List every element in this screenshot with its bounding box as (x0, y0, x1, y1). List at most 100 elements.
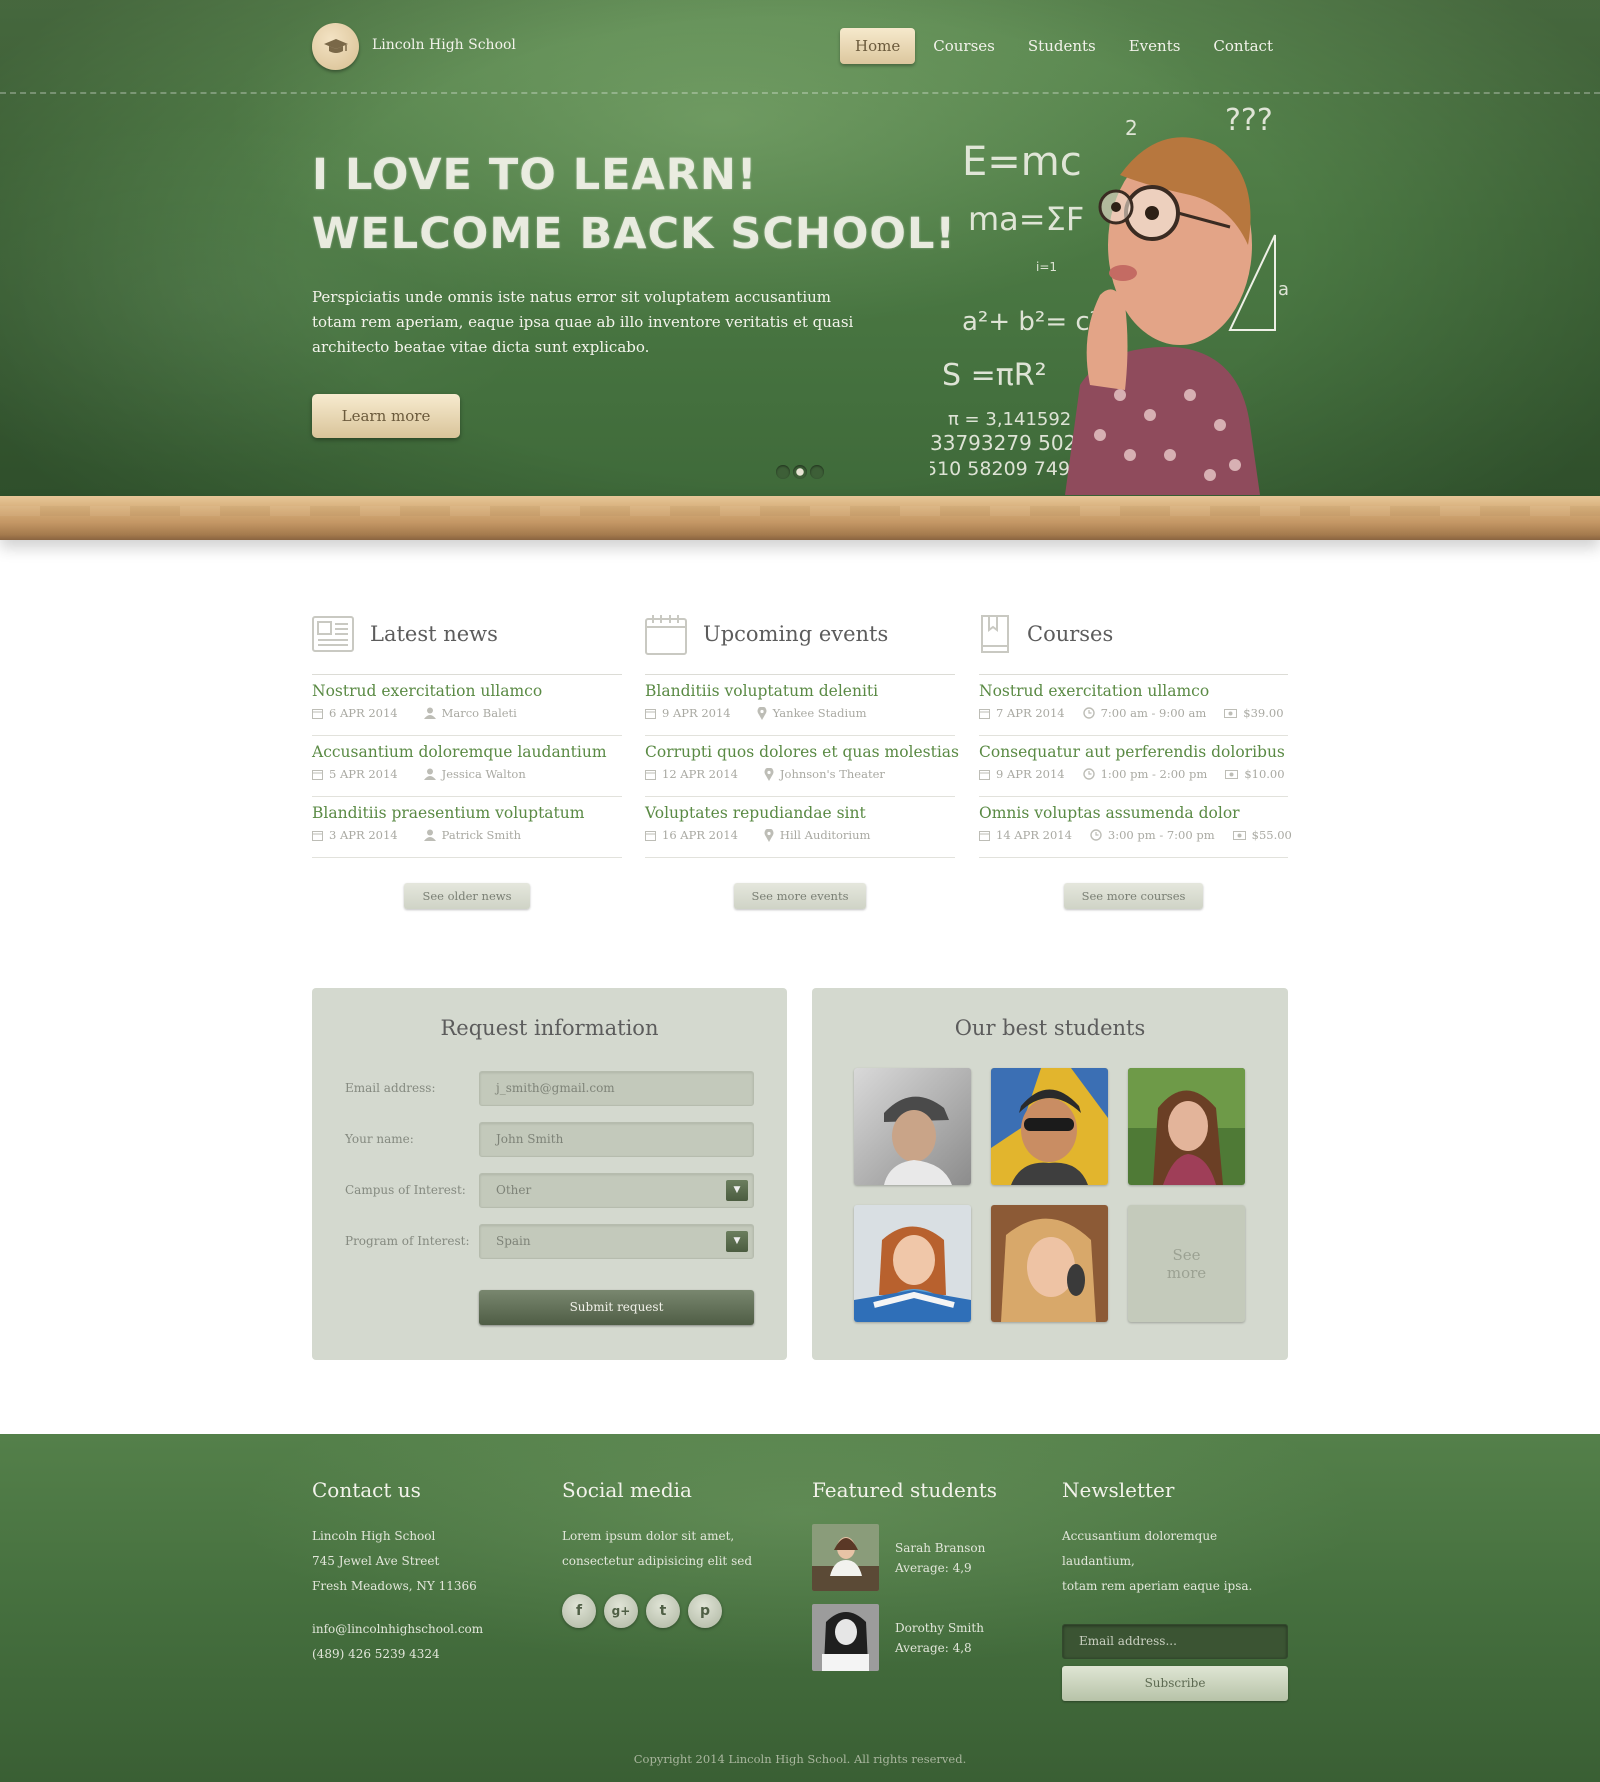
event-item-title[interactable]: Voluptates repudiandae sint (645, 804, 955, 822)
course-item-date: 7 APR 2014 (996, 706, 1065, 720)
campus-select[interactable]: Other ▼ (479, 1172, 754, 1208)
see-more-courses-button[interactable]: See more courses (1063, 883, 1204, 909)
event-item: Blanditiis voluptatum deleniti 9 APR 201… (645, 675, 955, 736)
student-photo[interactable] (854, 1068, 971, 1185)
subscribe-button[interactable]: Subscribe (1062, 1666, 1288, 1701)
chevron-down-icon[interactable]: ▼ (726, 1179, 748, 1201)
featured-student-photo[interactable] (812, 1604, 879, 1671)
featured-student-average: Average: 4,9 (895, 1560, 972, 1575)
contact-phone: (489) 426 5239 4324 (312, 1647, 440, 1661)
course-item-title[interactable]: Omnis voluptas assumenda dolor (979, 804, 1288, 822)
calendar-icon (312, 769, 323, 780)
campus-row: Campus of Interest: Other ▼ (345, 1172, 755, 1208)
news-item-author: Marco Baleti (441, 706, 517, 720)
course-item-title[interactable]: Consequatur aut perferendis doloribus (979, 743, 1288, 761)
pinterest-glyph: p (699, 1603, 711, 1619)
course-item: Nostrud exercitation ullamco 7 APR 2014 … (979, 675, 1288, 736)
hero-illustration: E=mc 2 ??? ma=ΣF i=1 a²+ b²= c² S =πR² π… (930, 103, 1289, 495)
featured-student-photo[interactable] (812, 1524, 879, 1591)
calendar-icon (645, 708, 656, 719)
footer-contact: Contact us Lincoln High School 745 Jewel… (312, 1478, 542, 1667)
money-icon (1232, 830, 1246, 840)
chevron-down-icon[interactable]: ▼ (726, 1230, 748, 1252)
nav-students[interactable]: Students (1013, 28, 1111, 64)
news-item-title[interactable]: Blanditiis praesentium voluptatum (312, 804, 622, 822)
student-photo[interactable] (991, 1068, 1108, 1185)
featured-student: Dorothy Smith Average: 4,8 (812, 1604, 1042, 1671)
hero-title: I LOVE TO LEARN! WELCOME BACK SCHOOL! (312, 146, 956, 264)
news-item: Accusantium doloremque laudantium 5 APR … (312, 736, 622, 797)
name-label: Your name: (345, 1132, 414, 1146)
contact-line: Fresh Meadows, NY 11366 (312, 1579, 477, 1593)
twitter-icon[interactable]: t (646, 1594, 680, 1628)
pinterest-icon[interactable]: p (688, 1594, 722, 1628)
slider-dot-2[interactable] (793, 465, 807, 479)
facebook-glyph: f (575, 1603, 583, 1619)
chalk-formula-pi-1: π = 3,141592 (948, 409, 1071, 430)
submit-request-button[interactable]: Submit request (479, 1290, 754, 1325)
event-item-date: 9 APR 2014 (662, 706, 731, 720)
course-item: Consequatur aut perferendis doloribus 9 … (979, 736, 1288, 797)
footer (0, 1434, 1600, 1782)
latest-news-title: Latest news (370, 622, 498, 646)
featured-student-name[interactable]: Dorothy Smith (895, 1618, 984, 1638)
upcoming-events-section: Upcoming events Blanditiis voluptatum de… (645, 612, 959, 909)
chalk-formula-pi-2: 33793279 502 (930, 431, 1076, 455)
nav-contact[interactable]: Contact (1198, 28, 1288, 64)
name-field[interactable]: John Smith (479, 1121, 754, 1157)
news-item-title[interactable]: Nostrud exercitation ullamco (312, 682, 622, 700)
student-photo[interactable] (1128, 1068, 1245, 1185)
see-more-students-tile[interactable]: See more (1128, 1205, 1245, 1322)
featured-student-average: Average: 4,8 (895, 1640, 972, 1655)
email-row: Email address: j_smith@gmail.com (345, 1070, 755, 1106)
contact-line: 745 Jewel Ave Street (312, 1554, 440, 1568)
see-more-events-button[interactable]: See more events (733, 883, 867, 909)
newspaper-icon (312, 616, 354, 652)
see-older-news-button[interactable]: See older news (404, 883, 530, 909)
nav-courses[interactable]: Courses (918, 28, 1010, 64)
clock-icon (1082, 768, 1095, 780)
campus-select-value: Other (496, 1182, 532, 1197)
course-item: Omnis voluptas assumenda dolor 14 APR 20… (979, 797, 1292, 858)
event-item-place: Hill Auditorium (779, 828, 871, 842)
slider-dots (776, 465, 824, 479)
footer-social: Social media Lorem ipsum dolor sit amet,… (562, 1478, 792, 1628)
learn-more-button[interactable]: Learn more (312, 394, 460, 438)
user-icon (423, 768, 436, 780)
contact-email[interactable]: info@lincolnhighschool.com (312, 1617, 542, 1642)
course-item-time: 1:00 pm - 2:00 pm (1100, 767, 1208, 781)
google-plus-icon[interactable]: g+ (604, 1594, 638, 1628)
event-item-place: Yankee Stadium (772, 706, 867, 720)
slider-dot-1[interactable] (776, 465, 790, 479)
course-item-price: $39.00 (1243, 706, 1284, 720)
facebook-icon[interactable]: f (562, 1594, 596, 1628)
footer-featured: Featured students Sarah Branson Average:… (812, 1478, 1042, 1684)
student-photo[interactable] (991, 1205, 1108, 1322)
calendar-icon (979, 708, 990, 719)
event-item-title[interactable]: Blanditiis voluptatum deleniti (645, 682, 955, 700)
school-logo[interactable] (312, 23, 359, 70)
slider-dot-3[interactable] (810, 465, 824, 479)
money-icon (1224, 708, 1238, 718)
nav-events[interactable]: Events (1114, 28, 1196, 64)
site-name[interactable]: Lincoln High School (372, 37, 516, 53)
email-field[interactable]: j_smith@gmail.com (479, 1070, 754, 1106)
news-item-title[interactable]: Accusantium doloremque laudantium (312, 743, 622, 761)
calendar-icon (979, 769, 990, 780)
newsletter-text: Accusantium doloremque laudantium, (1062, 1529, 1218, 1568)
news-item-date: 6 APR 2014 (329, 706, 398, 720)
news-item: Blanditiis praesentium voluptatum 3 APR … (312, 797, 622, 858)
nav-home[interactable]: Home (840, 28, 916, 64)
student-photo[interactable] (854, 1205, 971, 1322)
event-item-title[interactable]: Corrupti quos dolores et quas molestias (645, 743, 959, 761)
footer-featured-title: Featured students (812, 1478, 998, 1502)
footer-newsletter: Newsletter Accusantium doloremque laudan… (1062, 1478, 1292, 1701)
course-item-time: 3:00 pm - 7:00 pm (1107, 828, 1215, 842)
course-item-title[interactable]: Nostrud exercitation ullamco (979, 682, 1288, 700)
program-select[interactable]: Spain ▼ (479, 1223, 754, 1259)
clock-icon (1090, 829, 1102, 841)
newsletter-email-input[interactable]: Email address... (1062, 1624, 1288, 1659)
chalk-formula-area: S =πR² (942, 358, 1047, 393)
featured-student-name[interactable]: Sarah Branson (895, 1538, 985, 1558)
course-item-date: 14 APR 2014 (996, 828, 1072, 842)
